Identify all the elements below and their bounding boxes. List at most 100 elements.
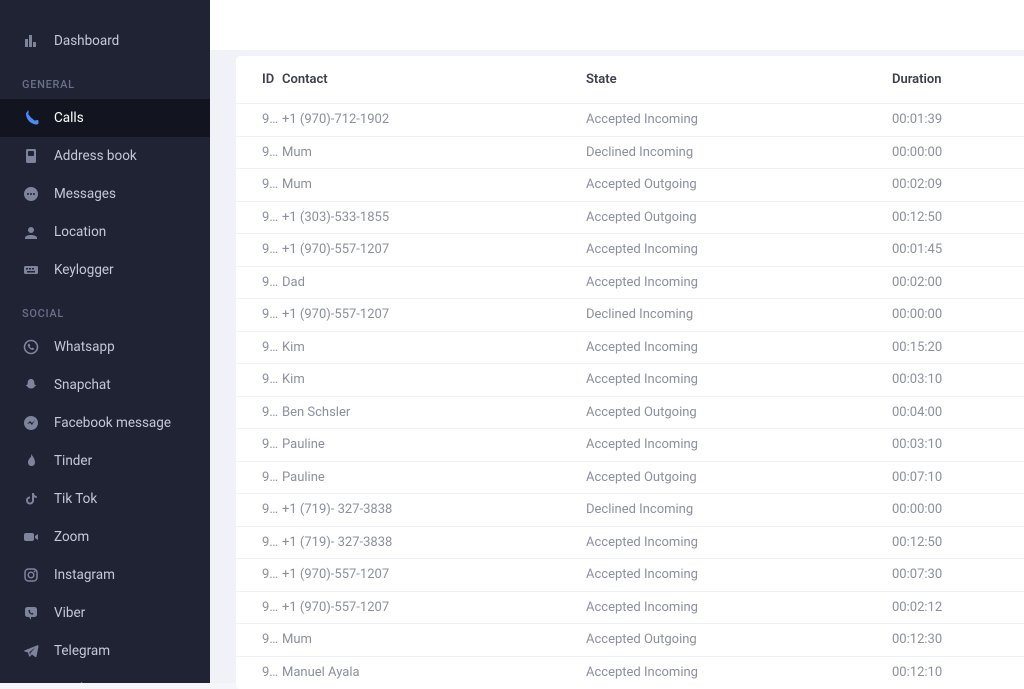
cell-contact: +1 (970)-557-1207 xyxy=(282,234,586,267)
table-row[interactable]: 92…MumAccepted Outgoing00:12:30 xyxy=(236,624,1024,657)
table-row[interactable]: 92…Manuel AyalaAccepted Incoming00:12:10 xyxy=(236,656,1024,689)
cell-duration: 00:07:30 xyxy=(892,559,1024,592)
table-row[interactable]: 92…PaulineAccepted Incoming00:03:10 xyxy=(236,429,1024,462)
table-row[interactable]: 92…+1 (970)-557-1207Accepted Incoming00:… xyxy=(236,559,1024,592)
cell-id: 92… xyxy=(236,591,282,624)
addressbook-icon xyxy=(22,147,40,165)
cell-duration: 00:02:09 xyxy=(892,169,1024,202)
table-row[interactable]: 92…MumDeclined Incoming00:00:00 xyxy=(236,136,1024,169)
cell-duration: 00:03:10 xyxy=(892,364,1024,397)
table-row[interactable]: 92…KimAccepted Incoming00:03:10 xyxy=(236,364,1024,397)
sidebar-heading-social: SOCIAL xyxy=(0,289,210,328)
cell-id: 92… xyxy=(236,494,282,527)
sidebar-item-snapchat[interactable]: Snapchat xyxy=(0,366,210,404)
table-row[interactable]: 92…+1 (970)-557-1207Accepted Incoming00:… xyxy=(236,234,1024,267)
col-header-id[interactable]: ID xyxy=(236,56,282,104)
tiktok-icon xyxy=(22,490,40,508)
sidebar-item-label: Telegram xyxy=(54,643,110,659)
cell-contact: Manuel Ayala xyxy=(282,656,586,689)
cell-duration: 00:00:00 xyxy=(892,299,1024,332)
cell-contact: Mum xyxy=(282,136,586,169)
table-row[interactable]: 92…+1 (303)-533-1855Accepted Outgoing00:… xyxy=(236,201,1024,234)
cell-state: Accepted Incoming xyxy=(586,266,892,299)
cell-state: Accepted Outgoing xyxy=(586,461,892,494)
cell-id: 92… xyxy=(236,526,282,559)
cell-id: 92… xyxy=(236,331,282,364)
sidebar-item-tiktok[interactable]: Tik Tok xyxy=(0,480,210,518)
sidebar-item-facebook-message[interactable]: Facebook message xyxy=(0,404,210,442)
cell-id: 92… xyxy=(236,429,282,462)
fbmessenger-icon xyxy=(22,414,40,432)
cell-duration: 00:03:10 xyxy=(892,429,1024,462)
sidebar-item-keylogger[interactable]: Keylogger xyxy=(0,251,210,289)
cell-id: 92… xyxy=(236,364,282,397)
table-row[interactable]: 92…KimAccepted Incoming00:15:20 xyxy=(236,331,1024,364)
table-row[interactable]: 92…PaulineAccepted Outgoing00:07:10 xyxy=(236,461,1024,494)
sidebar-item-viber[interactable]: Viber xyxy=(0,594,210,632)
table-row[interactable]: 92…Ben SchslerAccepted Outgoing00:04:00 xyxy=(236,396,1024,429)
table-row[interactable]: 92…+1 (970)-557-1207Accepted Incoming00:… xyxy=(236,591,1024,624)
phone-icon xyxy=(22,109,40,127)
sidebar-item-telegram[interactable]: Telegram xyxy=(0,632,210,670)
cell-contact: +1 (303)-533-1855 xyxy=(282,201,586,234)
table-row[interactable]: 92…MumAccepted Outgoing00:02:09 xyxy=(236,169,1024,202)
cell-duration: 00:01:39 xyxy=(892,104,1024,137)
cell-contact: Mum xyxy=(282,169,586,202)
sidebar-item-tinder[interactable]: Tinder xyxy=(0,442,210,480)
sidebar-item-whatsapp[interactable]: Whatsapp xyxy=(0,328,210,366)
sidebar-item-label: Instagram xyxy=(54,567,115,583)
snapchat-icon xyxy=(22,376,40,394)
sidebar-item-address-book[interactable]: Address book xyxy=(0,137,210,175)
col-header-contact[interactable]: Contact xyxy=(282,56,586,104)
cell-id: 92… xyxy=(236,396,282,429)
sidebar-item-dashboard[interactable]: Dashboard xyxy=(0,22,210,60)
sidebar-item-label: Messages xyxy=(54,186,116,202)
top-bar xyxy=(210,0,1024,50)
cell-state: Accepted Outgoing xyxy=(586,396,892,429)
sidebar-item-location[interactable]: Location xyxy=(0,213,210,251)
col-header-duration[interactable]: Duration xyxy=(892,56,1024,104)
cell-state: Accepted Incoming xyxy=(586,331,892,364)
col-header-state[interactable]: State xyxy=(586,56,892,104)
chat-icon xyxy=(22,185,40,203)
cell-duration: 00:02:00 xyxy=(892,266,1024,299)
whatsapp-icon xyxy=(22,338,40,356)
cell-contact: +1 (970)-557-1207 xyxy=(282,591,586,624)
cell-state: Accepted Incoming xyxy=(586,104,892,137)
location-icon xyxy=(22,223,40,241)
sidebar-item-instagram[interactable]: Instagram xyxy=(0,556,210,594)
cell-duration: 00:12:50 xyxy=(892,526,1024,559)
cell-contact: Kim xyxy=(282,364,586,397)
table-row[interactable]: 92…DadAccepted Incoming00:02:00 xyxy=(236,266,1024,299)
cell-duration: 00:01:45 xyxy=(892,234,1024,267)
table-row[interactable]: 92…+1 (719)- 327-3838Declined Incoming00… xyxy=(236,494,1024,527)
cell-state: Accepted Incoming xyxy=(586,364,892,397)
table-row[interactable]: 92…+1 (970)-712-1902Accepted Incoming00:… xyxy=(236,104,1024,137)
table-row[interactable]: 92…+1 (970)-557-1207Declined Incoming00:… xyxy=(236,299,1024,332)
cell-duration: 00:00:00 xyxy=(892,494,1024,527)
cell-contact: +1 (970)-557-1207 xyxy=(282,559,586,592)
cell-state: Accepted Outgoing xyxy=(586,624,892,657)
sidebar-item-label: Viber xyxy=(54,605,85,621)
cell-state: Accepted Incoming xyxy=(586,526,892,559)
sidebar-item-messages[interactable]: Messages xyxy=(0,175,210,213)
cell-id: 92… xyxy=(236,104,282,137)
sidebar-item-label: Dashboard xyxy=(54,33,119,49)
cell-contact: Mum xyxy=(282,624,586,657)
cell-id: 92… xyxy=(236,266,282,299)
cell-duration: 00:07:10 xyxy=(892,461,1024,494)
cell-duration: 00:02:12 xyxy=(892,591,1024,624)
telegram-icon xyxy=(22,642,40,660)
dashboard-icon xyxy=(22,32,40,50)
instagram-icon xyxy=(22,566,40,584)
calls-table-card: ID Contact State Duration 92…+1 (970)-71… xyxy=(236,56,1024,689)
sidebar-item-wechat[interactable]: Wechat xyxy=(0,670,210,683)
cell-contact: Pauline xyxy=(282,461,586,494)
cell-id: 92… xyxy=(236,136,282,169)
sidebar-item-calls[interactable]: Calls xyxy=(0,99,210,137)
table-row[interactable]: 92…+1 (719)- 327-3838Accepted Incoming00… xyxy=(236,526,1024,559)
sidebar-item-zoom[interactable]: Zoom xyxy=(0,518,210,556)
sidebar-item-label: Zoom xyxy=(54,529,89,545)
table-header-row: ID Contact State Duration xyxy=(236,56,1024,104)
cell-contact: Ben Schsler xyxy=(282,396,586,429)
